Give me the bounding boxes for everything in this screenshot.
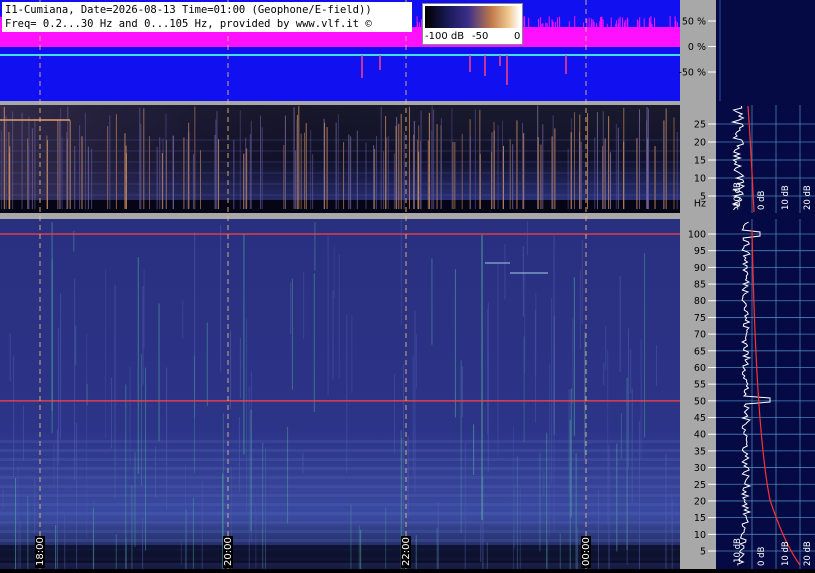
- side-db-label: 10 dB: [781, 185, 791, 210]
- side-db-label: 0 dB: [757, 190, 767, 210]
- side-db-label: -10 dB: [733, 182, 743, 210]
- colorbar-label-low: -100 dB: [425, 31, 465, 42]
- high-horizontal-band: [0, 440, 680, 443]
- low-tick-label: 15: [694, 156, 706, 167]
- high-horizontal-band: [0, 512, 680, 515]
- spectrogram-high-background: [0, 219, 680, 569]
- high-tick-label: 45: [694, 413, 706, 424]
- spectrogram-low-bottom-band: [0, 200, 680, 213]
- spectrogram-low-left-glow: [0, 105, 680, 213]
- high-horizontal-band: [0, 449, 680, 452]
- colorbar-gradient: [425, 6, 520, 28]
- high-horizontal-band: [0, 503, 680, 506]
- high-tick-label: 80: [694, 296, 706, 307]
- high-tick-label: 100: [688, 230, 706, 241]
- time-label-18:00: 18:00: [35, 537, 46, 566]
- high-tick-label: 10: [694, 530, 706, 541]
- high-tick-label: 30: [694, 463, 706, 474]
- high-tick-label: 90: [694, 263, 706, 274]
- high-tick-label: 50: [694, 396, 706, 407]
- spectrogram-low-panel: [0, 105, 680, 213]
- time-label-22:00: 22:00: [401, 537, 412, 566]
- high-horizontal-band: [0, 521, 680, 524]
- low-tick-label: 10: [694, 174, 706, 185]
- high-tick-label: 65: [694, 346, 706, 357]
- low-unit-label: Hz: [694, 199, 706, 210]
- high-horizontal-band: [0, 458, 680, 461]
- high-horizontal-band: [0, 467, 680, 470]
- colorbar-label-mid: -50: [472, 31, 489, 42]
- chart-canvas: 50 %0 %-50 % 252015105Hz 100959085807570…: [0, 0, 815, 569]
- high-horizontal-band: [0, 476, 680, 479]
- side-db-label: 10 dB: [781, 541, 791, 566]
- high-tick-label: 70: [694, 330, 706, 341]
- high-tick-label: 25: [694, 480, 706, 491]
- high-tick-label: 55: [694, 380, 706, 391]
- high-tick-label: 15: [694, 513, 706, 524]
- high-tick-label: 85: [694, 280, 706, 291]
- header-line-1: I1-Cumiana, Date=2026-08-13 Time=01:00 (…: [5, 4, 372, 16]
- high-tick-label: 75: [694, 313, 706, 324]
- side-db-label: -10 dB: [733, 538, 743, 566]
- spectrogram-high-panel: [0, 219, 680, 569]
- high-tick-label: 20: [694, 496, 706, 507]
- panel-separator-top: [0, 101, 680, 105]
- time-label-00:00: 00:00: [581, 537, 592, 566]
- side-db-label: 20 dB: [803, 541, 813, 566]
- high-horizontal-band: [0, 485, 680, 488]
- high-tick-label: 40: [694, 430, 706, 441]
- high-tick-label: 5: [700, 547, 706, 558]
- high-tick-label: 60: [694, 363, 706, 374]
- colorbar-legend: -100 dB -50 0: [422, 3, 523, 45]
- side-db-label: 0 dB: [757, 546, 767, 566]
- high-tick-label: 95: [694, 246, 706, 257]
- panel-separator-middle: [0, 213, 680, 219]
- low-tick-label: 25: [694, 120, 706, 131]
- header-line-2: Freq= 0.2...30 Hz and 0...105 Hz, provid…: [5, 18, 372, 30]
- wave-tick-label: 0 %: [688, 42, 706, 53]
- chart-header: I1-Cumiana, Date=2026-08-13 Time=01:00 (…: [2, 2, 412, 32]
- low-tick-label: 20: [694, 138, 706, 149]
- vlf-spectrogram-chart: 50 % 0 % -50 % 25 20 15 10 5 Hz 100 95 90 85 80 75 70…: [0, 0, 815, 569]
- time-label-20:00: 20:00: [223, 537, 234, 566]
- colorbar-label-high: 0: [514, 31, 521, 42]
- wave-tick-label: 50 %: [682, 17, 706, 28]
- high-horizontal-band: [0, 494, 680, 497]
- wave-tick-label: -50 %: [678, 68, 706, 79]
- side-db-label: 20 dB: [803, 185, 813, 210]
- high-tick-label: 35: [694, 446, 706, 457]
